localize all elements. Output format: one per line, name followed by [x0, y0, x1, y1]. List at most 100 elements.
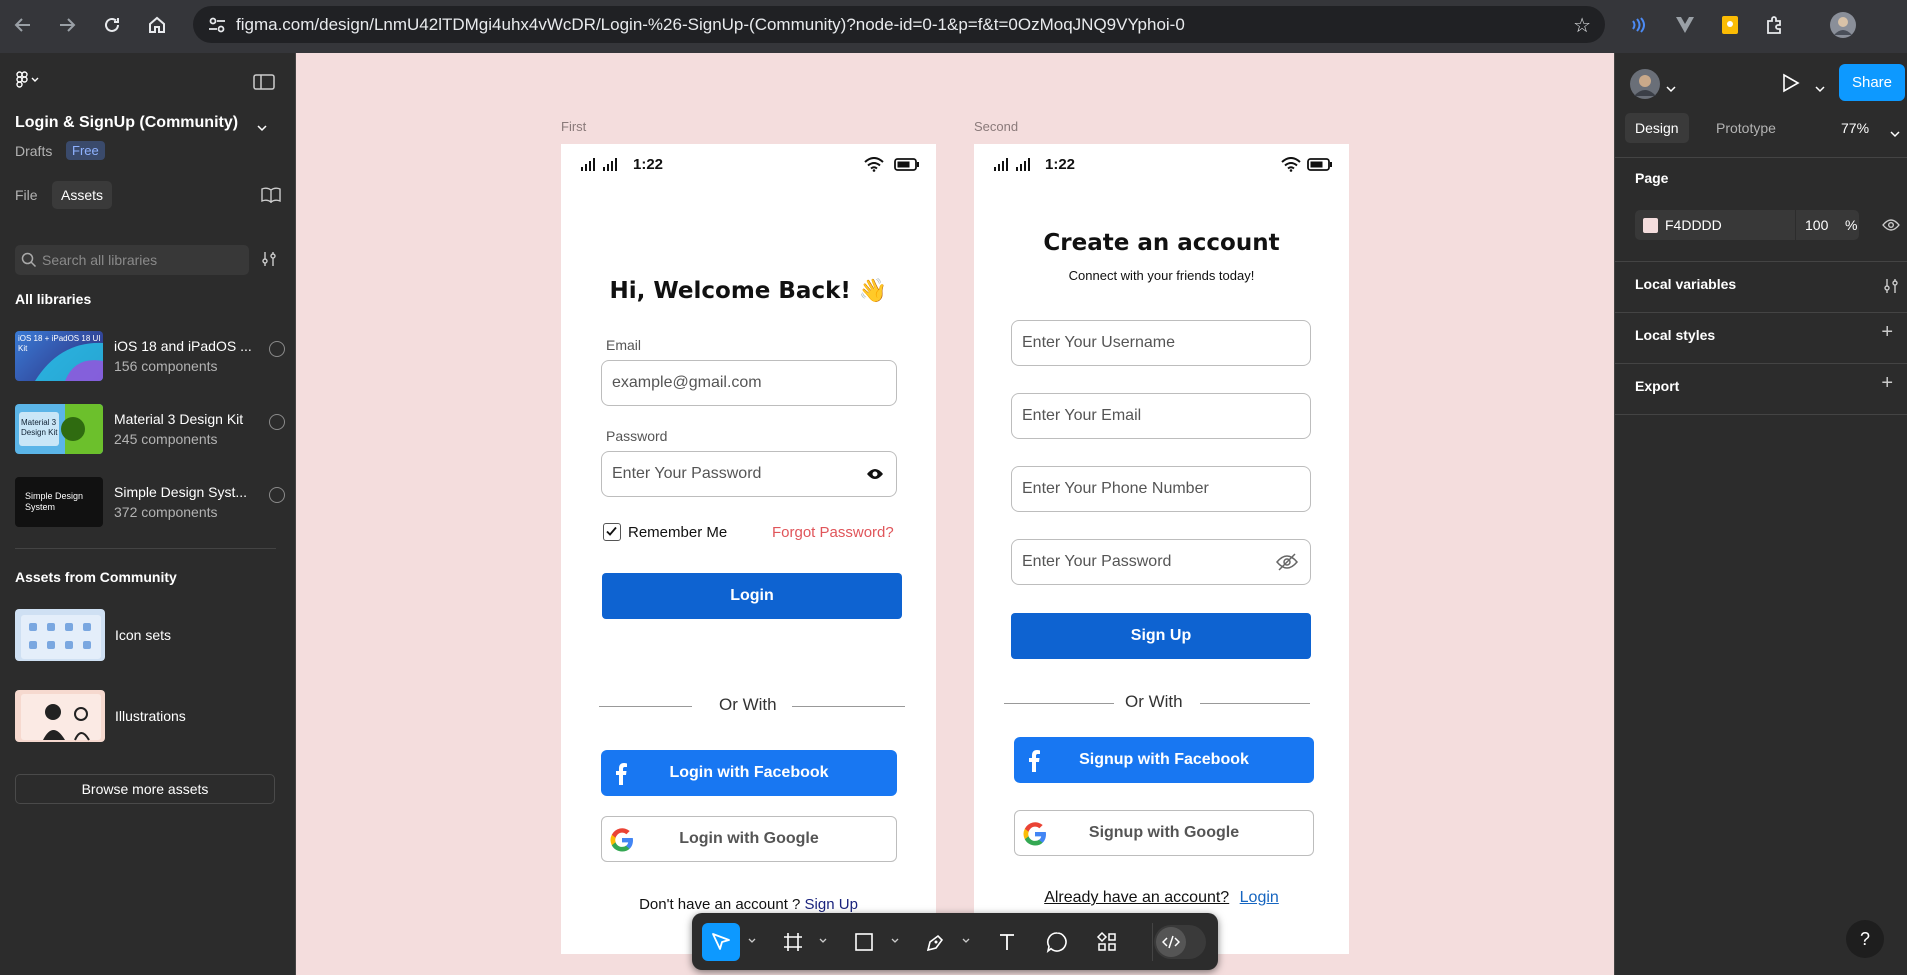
frame-label[interactable]: Second	[974, 119, 1018, 134]
community-item-icon-sets[interactable]: Icon sets	[15, 609, 285, 663]
library-thumbnail: Simple Design System	[15, 477, 103, 527]
chevron-down-icon[interactable]	[1666, 80, 1676, 98]
local-styles-heading[interactable]: Local styles	[1635, 327, 1715, 343]
library-item[interactable]: Simple Design System Simple Design Syst.…	[15, 477, 285, 529]
eye-off-icon[interactable]	[1276, 553, 1298, 571]
library-thumbnail: iOS 18 + iPadOS 18 UI Kit	[15, 331, 103, 381]
profile-avatar[interactable]	[1828, 10, 1858, 40]
extension-wave-icon[interactable]	[1624, 10, 1654, 40]
divider-line	[1200, 703, 1310, 704]
eye-icon[interactable]	[866, 468, 884, 480]
library-count: 372 components	[114, 504, 218, 520]
chevron-down-icon[interactable]	[1890, 125, 1900, 143]
facebook-icon	[1029, 750, 1040, 772]
tab-design[interactable]: Design	[1625, 113, 1689, 143]
design-canvas[interactable]: First 1:22 Hi, Welcome Back! 👋 Email exa…	[296, 53, 1614, 975]
login-prompt-text: Already have an account?	[1044, 889, 1230, 906]
bookmark-star-icon[interactable]: ☆	[1573, 13, 1591, 38]
zoom-level[interactable]: 77%	[1841, 120, 1869, 136]
comment-tool-icon[interactable]	[1038, 923, 1076, 961]
site-settings-icon[interactable]	[207, 15, 227, 35]
welcome-heading: Hi, Welcome Back! 👋	[609, 278, 888, 304]
email-field[interactable]: Enter Your Email	[1011, 393, 1311, 439]
chevron-down-icon[interactable]	[819, 937, 827, 945]
local-variables-heading[interactable]: Local variables	[1635, 276, 1736, 292]
extensions-puzzle-icon[interactable]	[1760, 10, 1790, 40]
tab-assets[interactable]: Assets	[52, 181, 113, 209]
wifi-icon	[1281, 157, 1301, 172]
export-heading[interactable]: Export	[1635, 378, 1679, 394]
back-icon[interactable]	[8, 10, 38, 40]
library-name: Simple Design Syst...	[114, 484, 248, 500]
file-title[interactable]: Login & SignUp (Community)	[15, 114, 238, 132]
dev-mode-toggle[interactable]	[1154, 925, 1206, 959]
browse-more-assets-button[interactable]: Browse more assets	[15, 774, 275, 804]
home-icon[interactable]	[142, 10, 172, 40]
tab-prototype[interactable]: Prototype	[1706, 113, 1786, 143]
toggle-sidebar-icon[interactable]	[253, 74, 275, 95]
email-field[interactable]: example@gmail.com	[601, 360, 897, 406]
color-swatch[interactable]	[1643, 218, 1658, 233]
username-field[interactable]: Enter Your Username	[1011, 320, 1311, 366]
signup-with-facebook-button[interactable]: Signup with Facebook	[1014, 737, 1314, 783]
library-item[interactable]: iOS 18 + iPadOS 18 UI Kit iOS 18 and iPa…	[15, 331, 285, 383]
add-style-plus-icon[interactable]: +	[1881, 321, 1893, 344]
sign-up-link[interactable]: Sign Up	[805, 896, 858, 913]
chevron-down-icon[interactable]	[748, 937, 756, 945]
chevron-down-icon[interactable]	[962, 937, 970, 945]
figma-menu-icon[interactable]	[15, 71, 43, 96]
login-with-google-button[interactable]: Login with Google	[601, 816, 897, 862]
user-avatar[interactable]	[1630, 69, 1660, 104]
tab-file[interactable]: File	[6, 181, 47, 209]
remember-me-label[interactable]: Remember Me	[628, 524, 727, 541]
login-button[interactable]: Login	[602, 573, 902, 619]
frame-login[interactable]: 1:22 Hi, Welcome Back! 👋 Email example@g…	[561, 144, 936, 954]
extension-keep-icon[interactable]	[1715, 10, 1745, 40]
share-button[interactable]: Share	[1839, 64, 1905, 101]
signup-with-google-button[interactable]: Signup with Google	[1014, 810, 1314, 856]
text-tool-icon[interactable]	[988, 923, 1026, 961]
chevron-down-icon[interactable]	[891, 937, 899, 945]
pen-tool-icon[interactable]	[917, 923, 955, 961]
reload-icon[interactable]	[97, 10, 127, 40]
page-color-hex[interactable]: F4DDDD	[1665, 217, 1722, 233]
extension-vuejs-icon[interactable]	[1670, 10, 1700, 40]
chevron-down-icon[interactable]	[257, 119, 267, 137]
community-item-name: Icon sets	[115, 627, 172, 643]
frame-signup[interactable]: 1:22 Create an account Connect with your…	[974, 144, 1349, 954]
search-placeholder: Search all libraries	[42, 252, 158, 268]
login-with-facebook-button[interactable]: Login with Facebook	[601, 750, 897, 796]
thumbnail-text: Material 3 Design Kit	[21, 418, 58, 437]
phone-field[interactable]: Enter Your Phone Number	[1011, 466, 1311, 512]
page-color-field[interactable]: F4DDDD 100 %	[1635, 210, 1859, 240]
left-sidebar: Login & SignUp (Community) Drafts Free F…	[0, 53, 296, 975]
wifi-icon	[864, 157, 884, 172]
help-button[interactable]: ?	[1846, 920, 1884, 958]
forgot-password-link[interactable]: Forgot Password?	[772, 524, 894, 541]
variables-icon[interactable]	[1882, 277, 1900, 300]
login-link[interactable]: Login	[1240, 889, 1279, 906]
visibility-eye-icon[interactable]	[1882, 218, 1900, 237]
filter-icon[interactable]	[260, 250, 278, 273]
frame-label[interactable]: First	[561, 119, 586, 134]
move-tool-cursor-icon[interactable]	[702, 923, 740, 961]
library-item[interactable]: Material 3 Design Kit Material 3 Design …	[15, 404, 285, 456]
search-libraries-input[interactable]: Search all libraries	[15, 245, 249, 275]
password-field[interactable]: Enter Your Password	[601, 451, 897, 497]
divider-line	[599, 706, 692, 707]
community-item-illustrations[interactable]: Illustrations	[15, 690, 285, 744]
present-play-icon[interactable]	[1782, 73, 1800, 98]
password-field[interactable]: Enter Your Password	[1011, 539, 1311, 585]
sign-up-button[interactable]: Sign Up	[1011, 613, 1311, 659]
page-opacity[interactable]: 100	[1805, 217, 1828, 233]
remember-me-checkbox[interactable]	[603, 523, 621, 541]
chevron-down-icon[interactable]	[1815, 80, 1825, 98]
frame-tool-icon[interactable]	[774, 923, 812, 961]
forward-icon[interactable]	[52, 10, 82, 40]
library-book-icon[interactable]	[261, 187, 281, 208]
assets-tool-icon[interactable]	[1088, 923, 1126, 961]
drafts-label[interactable]: Drafts	[15, 143, 52, 159]
add-export-plus-icon[interactable]: +	[1881, 372, 1893, 395]
address-bar[interactable]: figma.com/design/LnmU42lTDMgi4uhx4vWcDR/…	[193, 6, 1605, 43]
rectangle-tool-icon[interactable]	[845, 923, 883, 961]
